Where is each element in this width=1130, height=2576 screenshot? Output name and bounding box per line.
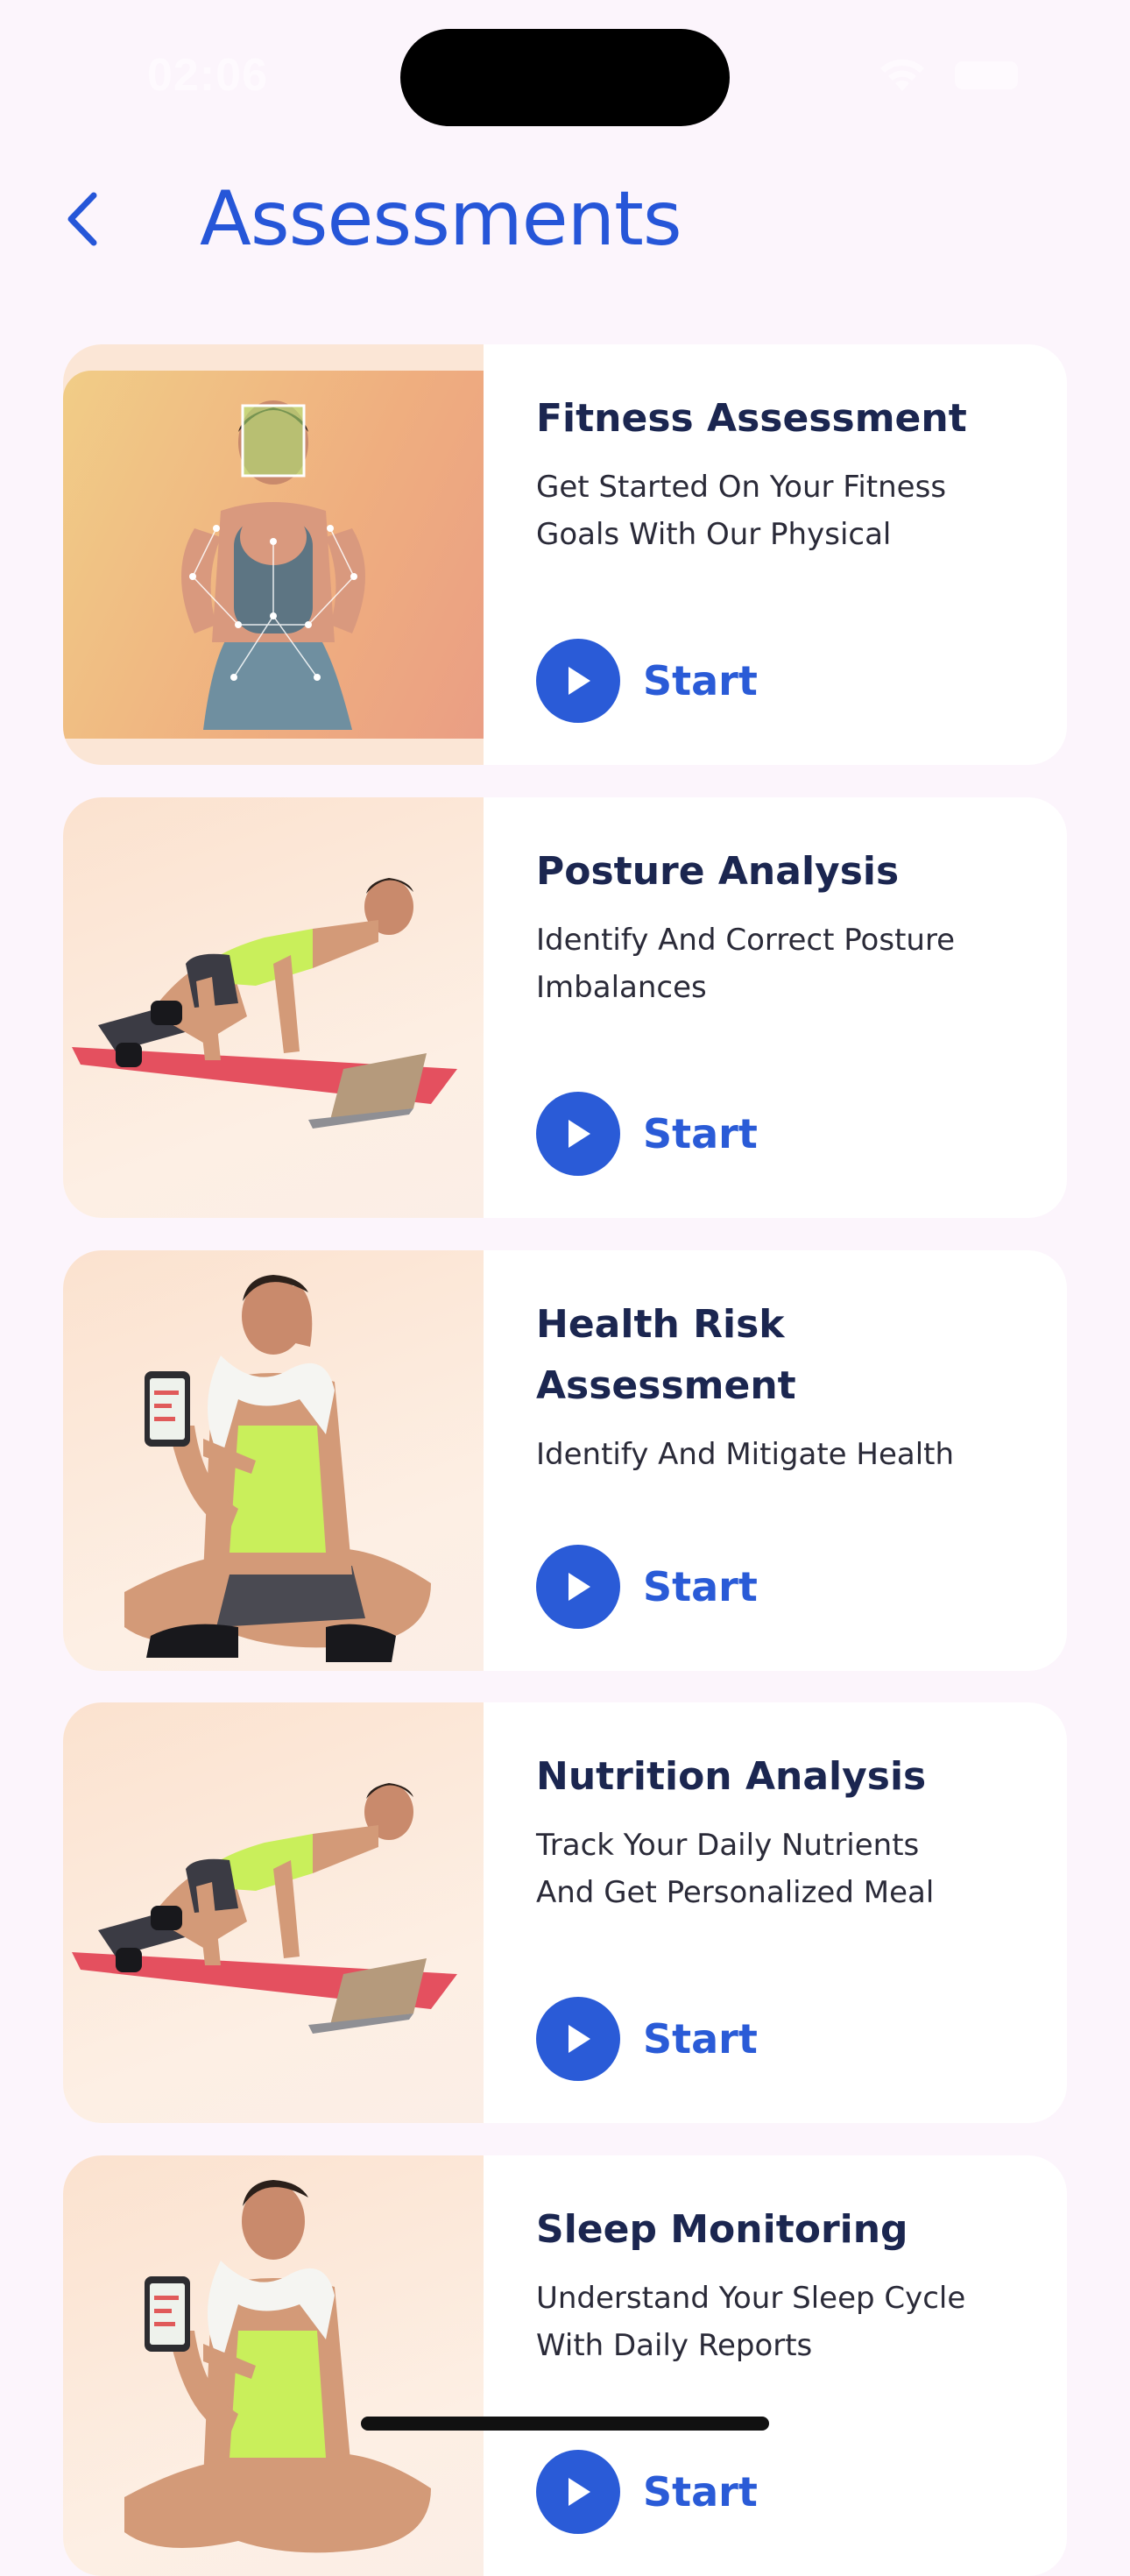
start-button[interactable]: Start <box>536 1997 758 2081</box>
start-button[interactable]: Start <box>536 1092 758 1176</box>
nutrition-analysis-image <box>63 1702 484 2123</box>
play-icon <box>536 1545 620 1629</box>
card-title: Nutrition Analysis <box>536 1754 927 1799</box>
play-icon <box>536 1092 620 1176</box>
start-label: Start <box>643 2468 758 2516</box>
card-description: Identify And Mitigate Health <box>536 1437 955 1472</box>
card-title: Sleep Monitoring <box>536 2207 908 2252</box>
card-description: Get Started On Your Fitness Goals With O… <box>536 470 947 552</box>
assessment-card-fitness[interactable]: Fitness Assessment Get Started On Your F… <box>63 344 1067 765</box>
status-bar: 02:06 <box>0 0 1130 149</box>
start-label: Start <box>643 2015 758 2063</box>
play-icon <box>536 639 620 723</box>
card-title: Health Risk Assessment <box>536 1302 796 1408</box>
start-button[interactable]: Start <box>536 639 758 723</box>
start-button[interactable]: Start <box>536 1545 758 1629</box>
wifi-icon <box>880 59 924 91</box>
fitness-assessment-image <box>63 344 484 765</box>
dynamic-island <box>400 29 730 126</box>
assessment-card-posture[interactable]: Posture Analysis Identify And Correct Po… <box>63 797 1067 1218</box>
card-description: Identify And Correct Posture Imbalances <box>536 923 956 1005</box>
posture-analysis-image <box>63 797 484 1218</box>
page-title: Assessments <box>200 175 682 263</box>
assessment-card-sleep[interactable]: Sleep Monitoring Understand Your Sleep C… <box>63 2155 1067 2576</box>
home-indicator[interactable] <box>361 2417 769 2431</box>
assessment-card-health-risk[interactable]: Health Risk Assessment Identify And Miti… <box>63 1250 1067 1671</box>
card-title: Posture Analysis <box>536 849 900 894</box>
health-risk-image <box>63 1250 484 1671</box>
status-time: 02:06 <box>147 50 268 101</box>
start-label: Start <box>643 657 758 704</box>
back-chevron-icon <box>67 192 97 246</box>
assessment-card-nutrition[interactable]: Nutrition Analysis Track Your Daily Nutr… <box>63 1702 1067 2123</box>
start-label: Start <box>643 1110 758 1157</box>
sleep-monitoring-image <box>63 2155 484 2576</box>
battery-icon <box>955 61 1018 89</box>
start-button[interactable]: Start <box>536 2450 758 2534</box>
back-button[interactable] <box>51 184 112 254</box>
card-title: Fitness Assessment <box>536 396 967 441</box>
card-description: Understand Your Sleep Cycle With Daily R… <box>536 2281 966 2363</box>
start-label: Start <box>643 1563 758 1610</box>
card-description: Track Your Daily Nutrients And Get Perso… <box>536 1828 935 1910</box>
play-icon <box>536 2450 620 2534</box>
play-icon <box>536 1997 620 2081</box>
